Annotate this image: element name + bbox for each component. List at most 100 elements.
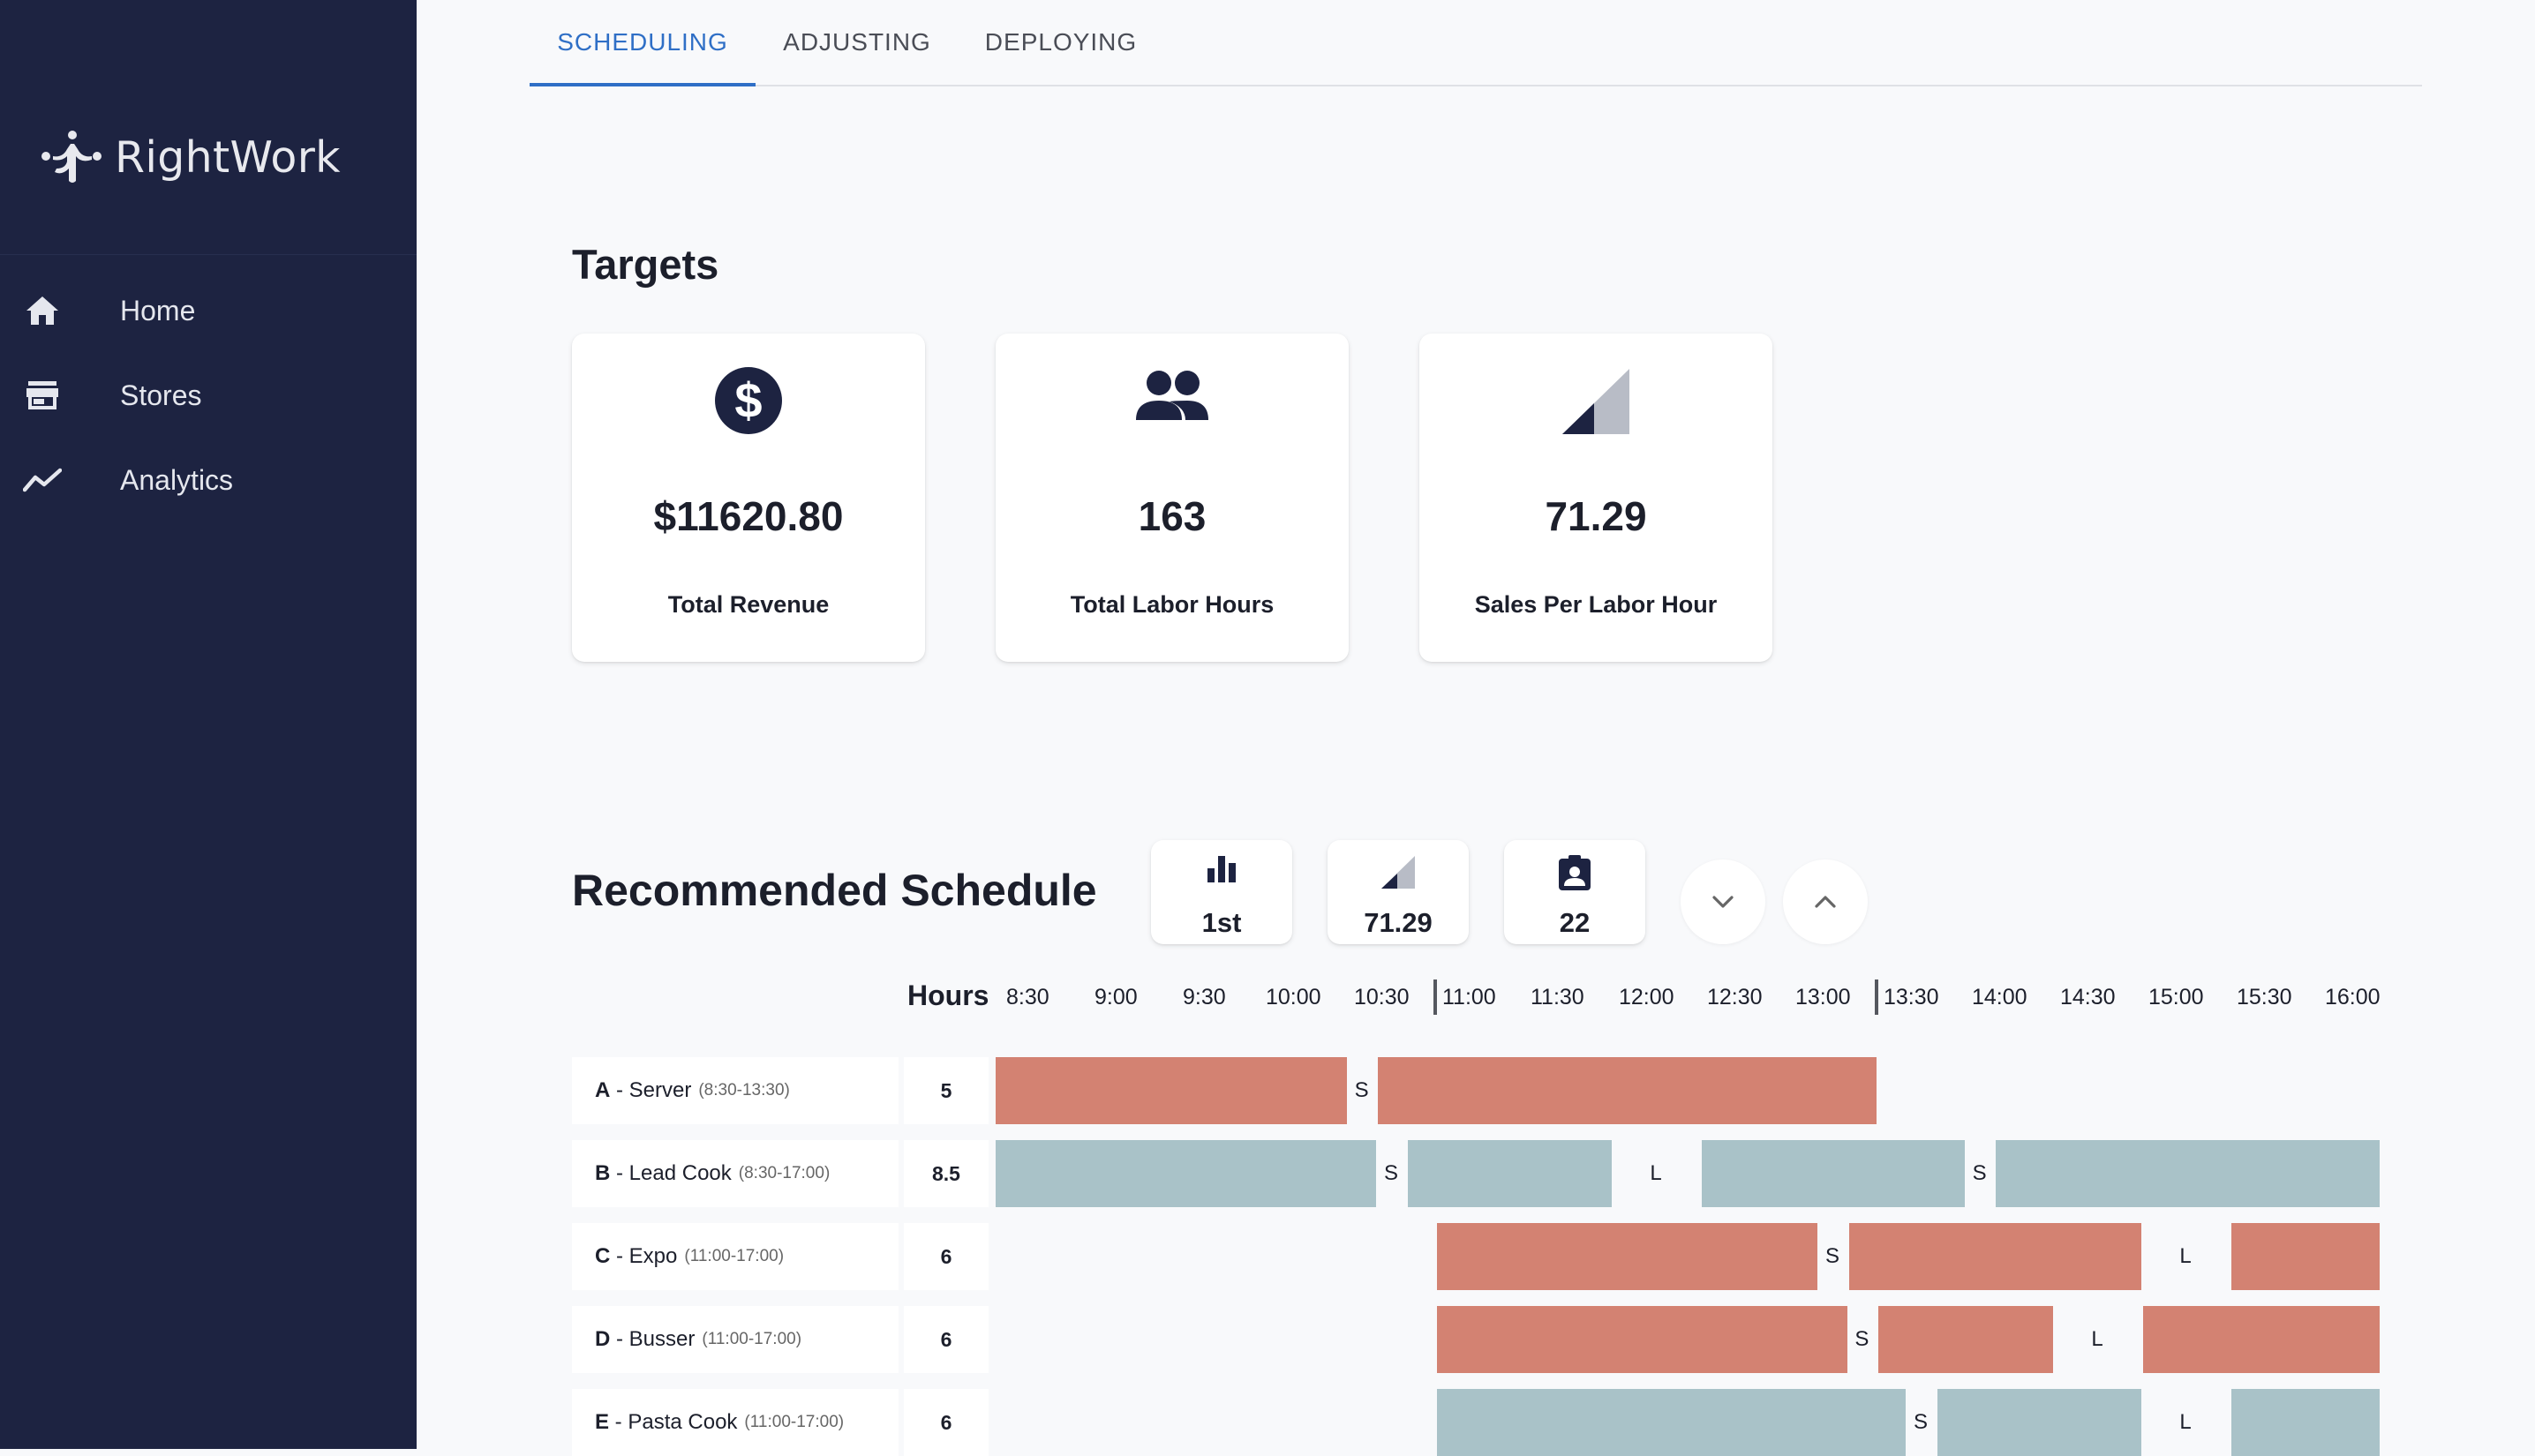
hour-tick: 14:00: [1972, 985, 2027, 1009]
employee-id: C: [595, 1244, 611, 1268]
hour-tick: 16:00: [2325, 985, 2380, 1009]
short-break[interactable]: S: [1847, 1306, 1877, 1373]
shift-block[interactable]: [1878, 1306, 2053, 1373]
hour-tick: 12:30: [1707, 985, 1763, 1009]
employee-hours: 8.5: [904, 1140, 989, 1207]
active-tab-indicator: [530, 83, 756, 86]
splh-stat-card: 71.29: [1328, 840, 1469, 944]
employee-shift: (8:30-13:30): [698, 1081, 790, 1100]
chevron-down-icon: [1712, 896, 1734, 908]
employee-label[interactable]: D - Busser (11:00-17:00): [572, 1306, 899, 1373]
analytics-icon: [23, 461, 62, 499]
hour-tick: 13:00: [1795, 985, 1851, 1009]
hour-tick: 8:30: [1006, 985, 1049, 1009]
tab-deploying[interactable]: DEPLOYING: [959, 0, 1163, 85]
schedule-row: A - Server (8:30-13:30) 5 S: [572, 1057, 2380, 1124]
home-icon: [23, 291, 62, 330]
schedule-row: E - Pasta Cook (11:00-17:00) 6 S L: [572, 1389, 2380, 1456]
short-break[interactable]: S: [1376, 1140, 1405, 1207]
short-break[interactable]: S: [1817, 1223, 1847, 1290]
short-break[interactable]: S: [1965, 1140, 1994, 1207]
shift-block[interactable]: [1437, 1223, 1818, 1290]
employee-label[interactable]: A - Server (8:30-13:30): [572, 1057, 899, 1124]
schedule-row: C - Expo (11:00-17:00) 6 S L: [572, 1223, 2380, 1290]
rank-value: 1st: [1201, 907, 1242, 938]
shift-block[interactable]: [1378, 1057, 1877, 1124]
collapse-button[interactable]: [1681, 859, 1765, 944]
schedule-title: Recommended Schedule: [572, 866, 1097, 915]
shift-block[interactable]: [1407, 1140, 1612, 1207]
sidebar-item-label: Home: [120, 294, 196, 326]
hour-tick: 12:00: [1619, 985, 1674, 1009]
employee-role: - Server: [610, 1078, 692, 1102]
hour-tick: 9:30: [1183, 985, 1226, 1009]
shift-block[interactable]: [996, 1057, 1347, 1124]
tab-adjusting[interactable]: ADJUSTING: [756, 0, 959, 85]
dollar-icon: $: [572, 365, 925, 436]
employee-hours: 5: [904, 1057, 989, 1124]
sidebar-item-analytics[interactable]: Analytics: [0, 445, 417, 515]
sidebar-divider: [0, 254, 417, 255]
signal-icon: [1328, 854, 1469, 895]
splh-value: 71.29: [1545, 493, 1647, 539]
tab-bar: SCHEDULING ADJUSTING DEPLOYING: [530, 0, 2422, 86]
employee-role: - Expo: [610, 1244, 678, 1268]
lunch-break[interactable]: L: [1612, 1140, 1700, 1207]
targets-title: Targets: [572, 241, 719, 288]
hour-tick: 15:00: [2148, 985, 2204, 1009]
employee-label[interactable]: C - Expo (11:00-17:00): [572, 1223, 899, 1290]
lunch-break[interactable]: L: [2141, 1389, 2230, 1456]
schedule-row: D - Busser (11:00-17:00) 6 S L: [572, 1306, 2380, 1373]
signal-icon: [1419, 365, 1772, 436]
time-marker: [1433, 979, 1437, 1015]
lunch-break[interactable]: L: [2141, 1223, 2230, 1290]
sidebar-item-label: Stores: [120, 379, 202, 411]
rightwork-logo-icon: [41, 131, 102, 183]
target-card-revenue: $ $11620.80 Total Revenue: [572, 334, 925, 662]
employee-shift: (11:00-17:00): [684, 1247, 785, 1265]
hour-tick: 11:00: [1442, 985, 1496, 1009]
clipboard-user-icon: [1504, 854, 1645, 895]
staff-count-stat-card: 22: [1504, 840, 1645, 944]
brand-logo[interactable]: RightWork: [39, 122, 341, 192]
sidebar-item-stores[interactable]: Stores: [0, 360, 417, 431]
hours-axis-title: Hours: [907, 979, 989, 1011]
shift-block[interactable]: [1848, 1223, 2141, 1290]
shift-block[interactable]: [2143, 1306, 2380, 1373]
short-break[interactable]: S: [1906, 1389, 1935, 1456]
shift-block[interactable]: [996, 1140, 1377, 1207]
chevron-up-icon: [1815, 896, 1836, 908]
employee-label[interactable]: E - Pasta Cook (11:00-17:00): [572, 1389, 899, 1456]
hours-axis: 8:30 9:00 9:30 10:00 10:30 11:00 11:30 12:00 12:…: [994, 971, 2380, 1024]
expand-button[interactable]: [1783, 859, 1868, 944]
employee-hours: 6: [904, 1223, 989, 1290]
svg-text:$: $: [734, 372, 762, 428]
target-card-splh: 71.29 Sales Per Labor Hour: [1419, 334, 1772, 662]
employee-hours: 6: [904, 1389, 989, 1456]
shift-block[interactable]: [1437, 1389, 1907, 1456]
shift-block[interactable]: [2231, 1223, 2380, 1290]
short-break[interactable]: S: [1347, 1057, 1376, 1124]
lunch-break[interactable]: L: [2053, 1306, 2141, 1373]
employee-id: A: [595, 1078, 611, 1102]
brand-name: RightWork: [115, 131, 341, 183]
shift-block[interactable]: [2231, 1389, 2380, 1456]
store-icon: [23, 376, 62, 415]
shift-block[interactable]: [1702, 1140, 1965, 1207]
sidebar-item-label: Analytics: [120, 463, 234, 496]
hour-tick: 13:30: [1884, 985, 1939, 1009]
total-labor-hours-label: Total Labor Hours: [1070, 591, 1275, 618]
time-marker: [1875, 979, 1878, 1015]
employee-role: - Pasta Cook: [609, 1410, 738, 1434]
tab-scheduling[interactable]: SCHEDULING: [530, 0, 756, 86]
shift-block[interactable]: [1996, 1140, 2380, 1207]
employee-id: D: [595, 1327, 611, 1351]
employee-id: B: [595, 1161, 611, 1185]
hour-tick: 9:00: [1094, 985, 1138, 1009]
tab-label: SCHEDULING: [557, 28, 728, 56]
employee-label[interactable]: B - Lead Cook (8:30-17:00): [572, 1140, 899, 1207]
shift-block[interactable]: [1937, 1389, 2141, 1456]
sidebar-item-home[interactable]: Home: [0, 275, 417, 346]
people-icon: [996, 365, 1349, 436]
shift-block[interactable]: [1437, 1306, 1847, 1373]
